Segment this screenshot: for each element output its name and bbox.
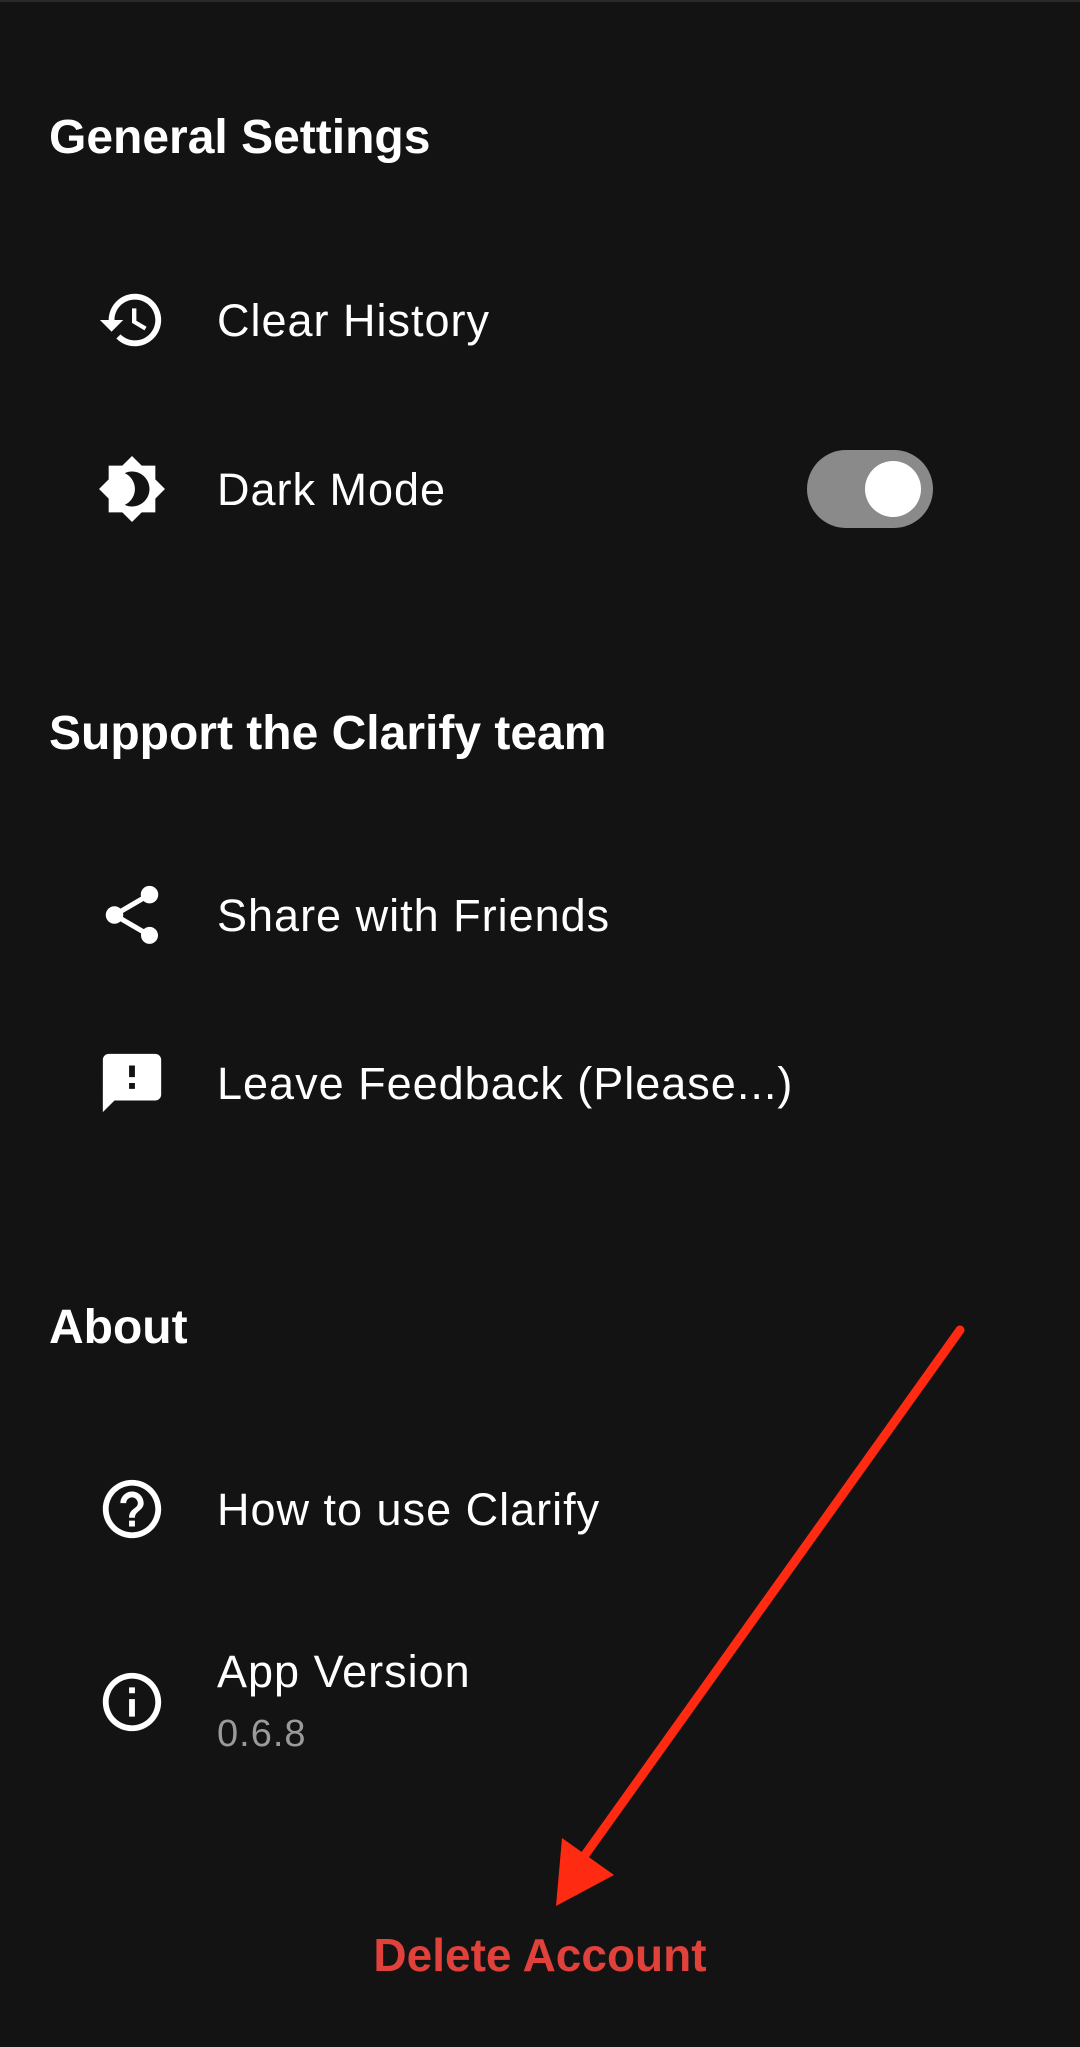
dark-mode-toggle[interactable] bbox=[807, 450, 933, 528]
delete-account-button[interactable]: Delete Account bbox=[0, 1932, 1080, 1978]
section-title-general: General Settings bbox=[49, 111, 431, 164]
brightness-icon bbox=[97, 454, 167, 524]
share-with-friends-label: Share with Friends bbox=[217, 890, 611, 941]
app-version-value: 0.6.8 bbox=[217, 1713, 307, 1755]
top-divider bbox=[0, 0, 1080, 2]
info-icon bbox=[97, 1667, 167, 1737]
dark-mode-label: Dark Mode bbox=[217, 464, 447, 515]
history-icon bbox=[97, 285, 167, 355]
share-icon bbox=[97, 880, 167, 950]
setting-dark-mode[interactable]: Dark Mode bbox=[0, 429, 1080, 549]
setting-clear-history[interactable]: Clear History bbox=[0, 260, 1080, 380]
help-circle-icon bbox=[97, 1474, 167, 1544]
setting-how-to-use[interactable]: How to use Clarify bbox=[0, 1449, 1080, 1569]
leave-feedback-label: Leave Feedback (Please...) bbox=[217, 1058, 794, 1109]
app-version-label: App Version bbox=[217, 1646, 471, 1697]
setting-app-version: App Version 0.6.8 bbox=[0, 1640, 1080, 1780]
feedback-icon bbox=[97, 1048, 167, 1118]
clear-history-label: Clear History bbox=[217, 295, 491, 346]
toggle-thumb bbox=[865, 461, 921, 517]
section-title-support: Support the Clarify team bbox=[49, 707, 607, 760]
setting-leave-feedback[interactable]: Leave Feedback (Please...) bbox=[0, 1023, 1080, 1143]
how-to-use-label: How to use Clarify bbox=[217, 1484, 601, 1535]
setting-share-with-friends[interactable]: Share with Friends bbox=[0, 855, 1080, 975]
section-title-about: About bbox=[49, 1301, 188, 1354]
